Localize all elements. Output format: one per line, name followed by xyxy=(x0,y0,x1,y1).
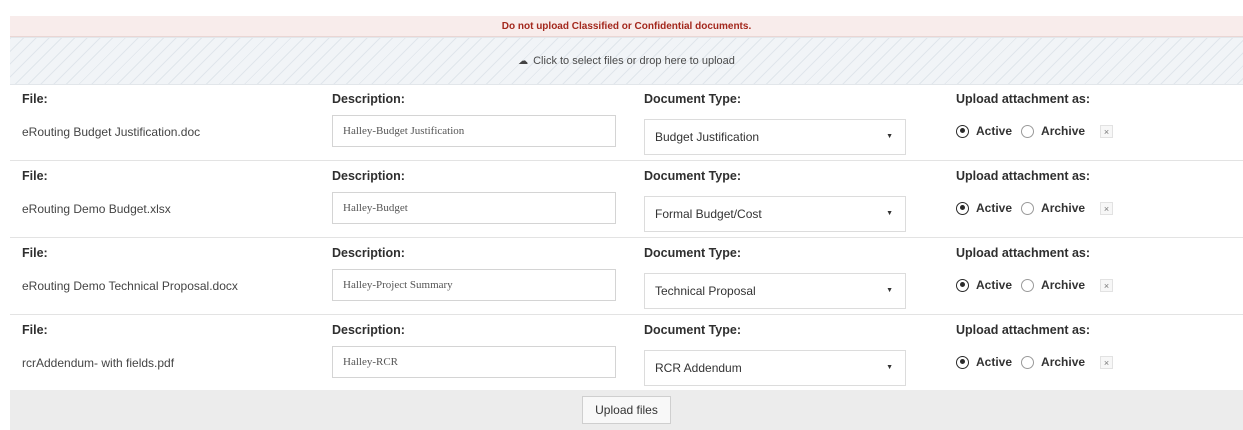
file-label: File: xyxy=(22,323,48,337)
archive-radio-label[interactable]: Archive xyxy=(1041,201,1085,215)
upload-as-radio-group: Active Archive × xyxy=(956,275,1114,295)
file-name: rcrAddendum- with fields.pdf xyxy=(22,356,175,370)
upload-footer: Upload files xyxy=(10,390,1243,430)
file-row: File: Description: Document Type: Upload… xyxy=(10,315,1243,391)
document-type-value: RCR Addendum xyxy=(655,361,742,375)
active-radio[interactable] xyxy=(956,201,969,215)
document-type-label: Document Type: xyxy=(644,169,741,183)
description-input[interactable] xyxy=(332,192,616,224)
upload-files-button[interactable]: Upload files xyxy=(582,396,671,424)
active-radio-label[interactable]: Active xyxy=(976,201,1012,215)
description-label: Description: xyxy=(332,246,405,260)
active-radio[interactable] xyxy=(956,124,969,138)
archive-radio-label[interactable]: Archive xyxy=(1041,355,1085,369)
dropzone-text: Click to select files or drop here to up… xyxy=(533,55,735,67)
document-type-label: Document Type: xyxy=(644,92,741,106)
archive-radio[interactable] xyxy=(1021,124,1035,138)
file-label: File: xyxy=(22,246,48,260)
remove-file-button[interactable]: × xyxy=(1100,278,1114,292)
description-input[interactable] xyxy=(332,115,616,147)
remove-file-button[interactable]: × xyxy=(1100,201,1114,215)
archive-radio-label[interactable]: Archive xyxy=(1041,278,1085,292)
active-radio[interactable] xyxy=(956,355,969,369)
document-type-value: Technical Proposal xyxy=(655,284,756,298)
document-type-value: Formal Budget/Cost xyxy=(655,207,762,221)
upload-as-label: Upload attachment as: xyxy=(956,323,1091,337)
file-row: File: Description: Document Type: Upload… xyxy=(10,84,1243,161)
upload-as-label: Upload attachment as: xyxy=(956,92,1091,106)
document-type-select[interactable]: Formal Budget/Cost ▼ xyxy=(644,196,906,232)
description-input[interactable] xyxy=(332,346,616,378)
document-type-value: Budget Justification xyxy=(655,130,760,144)
active-radio-label[interactable]: Active xyxy=(976,355,1012,369)
description-label: Description: xyxy=(332,92,405,106)
description-label: Description: xyxy=(332,169,405,183)
file-label: File: xyxy=(22,92,48,106)
description-label: Description: xyxy=(332,323,405,337)
upload-as-radio-group: Active Archive × xyxy=(956,352,1114,372)
upload-as-label: Upload attachment as: xyxy=(956,169,1091,183)
upload-as-label: Upload attachment as: xyxy=(956,246,1091,260)
upload-as-radio-group: Active Archive × xyxy=(956,198,1114,218)
active-radio-label[interactable]: Active xyxy=(976,124,1012,138)
file-dropzone[interactable]: ☁ Click to select files or drop here to … xyxy=(10,37,1243,85)
upload-as-radio-group: Active Archive × xyxy=(956,121,1114,141)
document-type-select[interactable]: Budget Justification ▼ xyxy=(644,119,906,155)
cloud-upload-icon: ☁ xyxy=(518,55,529,67)
description-input[interactable] xyxy=(332,269,616,301)
file-name: eRouting Demo Budget.xlsx xyxy=(22,202,171,216)
archive-radio-label[interactable]: Archive xyxy=(1041,124,1085,138)
document-type-label: Document Type: xyxy=(644,246,741,260)
remove-file-button[interactable]: × xyxy=(1100,124,1114,138)
archive-radio[interactable] xyxy=(1021,355,1035,369)
remove-file-button[interactable]: × xyxy=(1100,355,1114,369)
file-name: eRouting Budget Justification.doc xyxy=(22,125,201,139)
file-label: File: xyxy=(22,169,48,183)
document-type-select[interactable]: Technical Proposal ▼ xyxy=(644,273,906,309)
document-type-select[interactable]: RCR Addendum ▼ xyxy=(644,350,906,386)
dropdown-caret-icon: ▼ xyxy=(886,364,893,371)
dropdown-caret-icon: ▼ xyxy=(886,133,893,140)
confidential-warning: Do not upload Classified or Confidential… xyxy=(10,16,1243,37)
archive-radio[interactable] xyxy=(1021,201,1035,215)
active-radio[interactable] xyxy=(956,278,969,292)
file-row: File: Description: Document Type: Upload… xyxy=(10,238,1243,315)
archive-radio[interactable] xyxy=(1021,278,1035,292)
active-radio-label[interactable]: Active xyxy=(976,278,1012,292)
document-type-label: Document Type: xyxy=(644,323,741,337)
file-name: eRouting Demo Technical Proposal.docx xyxy=(22,279,238,293)
dropdown-caret-icon: ▼ xyxy=(886,287,893,294)
file-row: File: Description: Document Type: Upload… xyxy=(10,161,1243,238)
dropdown-caret-icon: ▼ xyxy=(886,210,893,217)
